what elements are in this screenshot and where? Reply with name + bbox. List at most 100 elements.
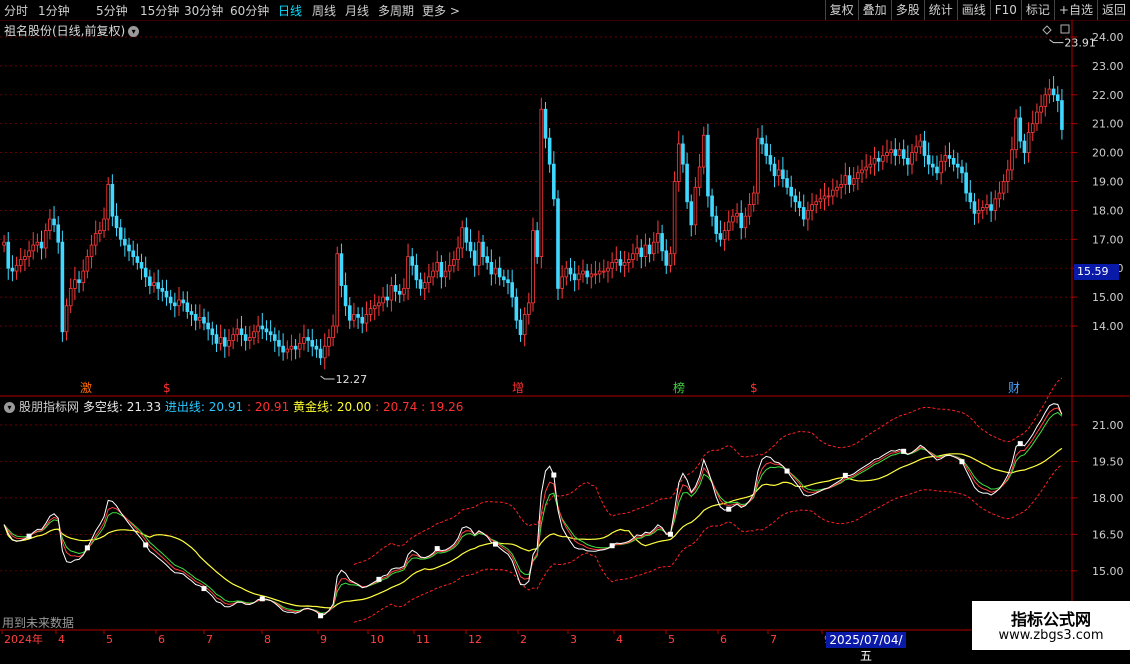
candle-body bbox=[539, 108, 544, 258]
low-marker bbox=[320, 375, 335, 380]
candle-body bbox=[314, 345, 319, 350]
stock-title[interactable]: 祖名股份(日线,前复权) ▾ bbox=[4, 22, 140, 39]
chevron-down-icon[interactable]: ▾ bbox=[128, 26, 140, 37]
candle-body bbox=[18, 259, 23, 266]
indicator-l6-value: 19.26 bbox=[429, 400, 464, 414]
signal-dot bbox=[901, 448, 907, 454]
candle-body bbox=[1043, 94, 1048, 107]
candle-body bbox=[647, 244, 652, 255]
candle-body bbox=[431, 270, 435, 278]
candle-body bbox=[252, 331, 256, 338]
candle-body bbox=[406, 256, 410, 289]
watermark-url: www.zbgs3.com bbox=[998, 628, 1104, 643]
candle-body bbox=[210, 328, 215, 336]
candle-body bbox=[985, 204, 989, 208]
candle-body bbox=[77, 279, 81, 284]
candle-body bbox=[48, 218, 52, 232]
candle-body bbox=[764, 143, 769, 156]
candle-body bbox=[781, 169, 785, 180]
candle-body bbox=[110, 183, 115, 217]
date-axis-label: 10 bbox=[370, 633, 384, 646]
candle-body bbox=[906, 157, 910, 165]
candle-body bbox=[123, 238, 127, 246]
signal-dot bbox=[726, 506, 732, 512]
candle-body bbox=[547, 137, 552, 165]
candle-body bbox=[997, 192, 1002, 200]
event-marker: $ bbox=[163, 381, 171, 395]
candle-body bbox=[439, 262, 444, 278]
candle-body bbox=[2, 241, 6, 246]
candle-body bbox=[435, 262, 440, 272]
candle-body bbox=[106, 183, 111, 220]
candle-body bbox=[23, 256, 27, 260]
indicator-axis-label: 21.00 bbox=[1092, 419, 1124, 432]
candle-body bbox=[189, 311, 194, 315]
candle-body bbox=[626, 259, 631, 263]
event-marker: $ bbox=[750, 381, 758, 395]
indicator-l2-label: 进出线: bbox=[164, 400, 205, 414]
candle-body bbox=[472, 250, 477, 266]
candle-body bbox=[272, 334, 277, 341]
candle-body bbox=[477, 241, 481, 266]
candle-body bbox=[910, 152, 914, 165]
candle-body bbox=[264, 328, 269, 333]
candle-body bbox=[414, 264, 419, 281]
candle-body bbox=[277, 340, 281, 347]
cursor-date-badge: 2025/07/04/五 bbox=[826, 632, 906, 663]
event-marker: 激 bbox=[80, 381, 92, 395]
candle-body bbox=[681, 143, 685, 165]
candle-body bbox=[10, 267, 15, 272]
candle-body bbox=[139, 262, 144, 269]
candle-body bbox=[672, 181, 677, 255]
candle-body bbox=[552, 163, 556, 200]
candle-body bbox=[364, 314, 369, 324]
candle-body bbox=[639, 247, 644, 258]
candle-body bbox=[93, 233, 98, 246]
candle-body bbox=[185, 302, 190, 312]
candle-body bbox=[843, 175, 848, 185]
candle-body bbox=[610, 262, 614, 269]
date-axis-label: 7 bbox=[206, 633, 213, 646]
gold-line bbox=[3, 447, 1063, 609]
candle-body bbox=[868, 163, 873, 168]
candle-body bbox=[801, 207, 806, 220]
candle-body bbox=[951, 157, 956, 165]
candle-body bbox=[776, 169, 781, 177]
candle-body bbox=[980, 207, 985, 211]
candle-body bbox=[756, 137, 760, 194]
indicator-name[interactable]: 股朋指标网 bbox=[19, 400, 79, 414]
indicator-title: ▾ 股朋指标网 多空线: 21.33 进出线: 20.91 : 20.91 黄金线… bbox=[4, 398, 463, 415]
candle-body bbox=[643, 244, 648, 258]
candle-body bbox=[372, 305, 377, 310]
chevron-down-icon[interactable]: ▾ bbox=[4, 402, 15, 413]
candle-body bbox=[1018, 117, 1023, 142]
date-axis-label: 7 bbox=[770, 633, 777, 646]
signal-dot bbox=[376, 576, 382, 582]
candle-body bbox=[285, 348, 290, 353]
candle-body bbox=[135, 256, 140, 263]
candle-body bbox=[826, 195, 831, 198]
candle-body bbox=[302, 337, 306, 344]
candle-body bbox=[118, 227, 123, 240]
entry-exit-line bbox=[3, 411, 1063, 614]
date-axis-label: 5 bbox=[668, 633, 675, 646]
candle-body bbox=[514, 296, 519, 321]
indicator-l1-label: 多空线: bbox=[82, 400, 123, 414]
candle-body bbox=[831, 189, 835, 197]
candle-body bbox=[926, 155, 931, 165]
signal-dot bbox=[84, 545, 90, 551]
candle-body bbox=[485, 256, 489, 263]
signal-dot bbox=[318, 613, 324, 619]
candle-body bbox=[43, 230, 48, 249]
candle-body bbox=[85, 256, 90, 272]
date-axis-label: 5 bbox=[106, 633, 113, 646]
candle-body bbox=[506, 279, 510, 284]
candle-body bbox=[393, 285, 398, 292]
candle-body bbox=[739, 212, 744, 229]
candle-body bbox=[68, 288, 73, 307]
candle-body bbox=[839, 183, 843, 188]
candle-body bbox=[89, 244, 94, 258]
candle-body bbox=[885, 152, 889, 156]
chart-frame bbox=[0, 20, 1130, 650]
candle-body bbox=[1035, 111, 1039, 125]
